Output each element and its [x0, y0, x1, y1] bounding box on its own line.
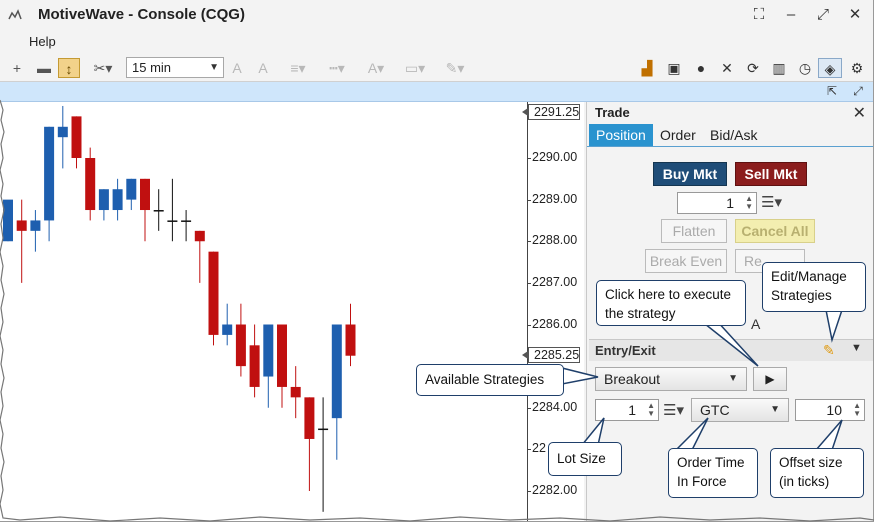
callout-lot-size: Lot Size	[548, 442, 622, 476]
callout-time-in-force: Order Time In Force	[668, 448, 758, 498]
callout-available-strategies: Available Strategies	[416, 364, 564, 396]
callout-execute: Click here to execute the strategy	[596, 280, 746, 326]
callout-offset-size: Offset size (in ticks)	[770, 448, 864, 498]
callout-edit-strategies: Edit/Manage Strategies	[762, 262, 866, 312]
console-window: MotiveWave - Console (CQG) ⛶ – ⤢ ✕ Help …	[0, 0, 874, 522]
callout-pointers	[561, 309, 844, 451]
